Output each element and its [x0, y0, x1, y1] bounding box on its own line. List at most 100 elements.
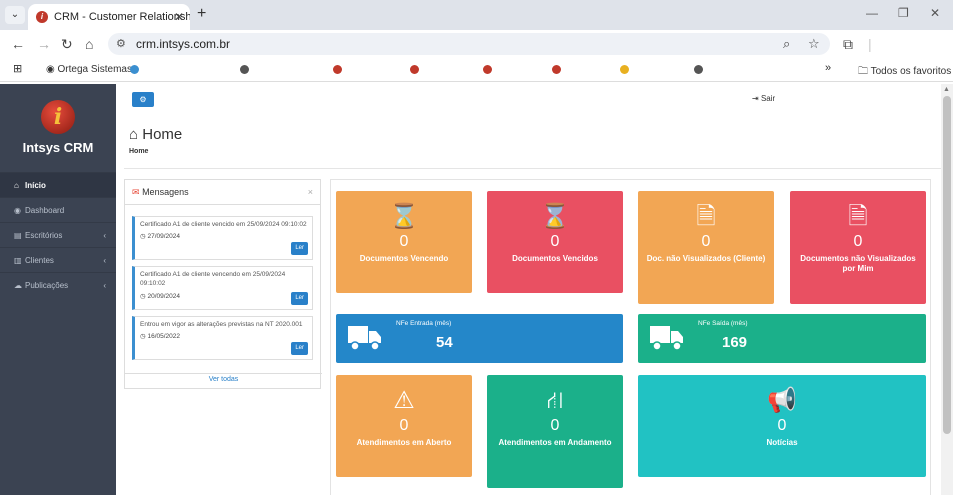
- read-button[interactable]: Ler: [291, 242, 308, 255]
- intsys-favicon-icon: i: [36, 11, 48, 23]
- card-label: Documentos Vencendo: [359, 254, 449, 263]
- hourglass-icon: ⌛: [540, 203, 570, 230]
- page-scrollbar[interactable]: ▲: [941, 84, 953, 495]
- scrollbar-thumb[interactable]: [943, 96, 951, 434]
- card-value: 0: [399, 233, 409, 250]
- document-icon: 🗎: [696, 203, 716, 230]
- card-label: NFe Entrada (mês): [396, 320, 452, 327]
- logo-area: i Intsys CRM: [0, 84, 116, 172]
- close-panel-icon[interactable]: ×: [308, 180, 313, 205]
- card-label: Doc. não Visualizados (Cliente): [646, 254, 766, 263]
- gears-icon: ⚙: [139, 95, 147, 104]
- home-title-icon: ⌂: [129, 126, 139, 143]
- card-docs-nao-visualizados-mim[interactable]: 🗎 0 Documentos não Visualizados por Mim: [790, 191, 926, 304]
- message-text: Certificado A1 de cliente vencido em 25/…: [140, 221, 307, 228]
- logout-link[interactable]: ⇥ Sair: [752, 94, 775, 103]
- bookmark-icon[interactable]: [694, 65, 703, 74]
- card-label: Atendimentos em Aberto: [356, 438, 452, 447]
- card-docs-vencidos[interactable]: ⌛ 0 Documentos Vencidos: [487, 191, 623, 293]
- intsys-logo-icon: i: [41, 100, 75, 134]
- card-doc-nao-visualizados-cliente[interactable]: 🗎 0 Doc. não Visualizados (Cliente): [638, 191, 774, 304]
- minimize-icon[interactable]: —: [866, 6, 878, 20]
- main-content: ⚙ ⇥ Sair ⌂ Home Home ✉ Mensagens × Certi…: [116, 84, 941, 495]
- see-all-link[interactable]: Ver todas: [125, 373, 322, 383]
- sidebar-item-label: Início: [25, 181, 46, 190]
- bookmark-icon[interactable]: [333, 65, 342, 74]
- divider: [124, 168, 941, 169]
- truck-icon: [650, 326, 683, 351]
- messages-title: Mensagens: [142, 187, 189, 197]
- bookmark-icon[interactable]: [130, 65, 139, 74]
- read-button[interactable]: Ler: [291, 292, 308, 305]
- clock-icon: ◷: [140, 292, 146, 300]
- tab-search-button[interactable]: ⌄: [5, 6, 25, 24]
- warning-icon: ⚠: [393, 387, 415, 414]
- close-window-icon[interactable]: ✕: [930, 6, 940, 20]
- browser-tab[interactable]: i CRM - Customer Relationship M ✕: [28, 4, 190, 30]
- sidebar-item-inicio[interactable]: ⌂ Início: [0, 172, 116, 197]
- message-date-text: 20/09/2024: [147, 292, 181, 300]
- chevron-left-icon: ‹: [103, 256, 106, 265]
- home-browser-icon[interactable]: ⌂: [85, 36, 93, 52]
- building-icon: ▤: [14, 231, 22, 240]
- bookmark-icon[interactable]: [410, 65, 419, 74]
- restore-icon[interactable]: ❐: [898, 6, 909, 20]
- zoom-icon[interactable]: ⌕: [783, 36, 790, 52]
- card-value: 0: [399, 417, 409, 434]
- page-title: ⌂ Home: [129, 126, 182, 143]
- sidebar-item-label: Dashboard: [25, 206, 65, 215]
- read-button[interactable]: Ler: [291, 342, 308, 355]
- sidebar-item-escritorios[interactable]: ▤ Escritórios ‹: [0, 222, 116, 247]
- forward-icon[interactable]: →: [37, 36, 51, 52]
- road-icon: ⛙: [546, 387, 564, 414]
- bookmark-ortega[interactable]: ◉ Ortega Sistemas: [46, 64, 132, 75]
- back-icon[interactable]: ←: [11, 36, 25, 52]
- breadcrumb: Home: [129, 148, 149, 155]
- card-docs-vencendo[interactable]: ⌛ 0 Documentos Vencendo: [336, 191, 472, 293]
- chevron-left-icon: ‹: [103, 281, 106, 290]
- page-title-text: Home: [142, 126, 183, 143]
- sidebar-item-publicacoes[interactable]: ☁ Publicações ‹: [0, 272, 116, 297]
- card-nfe-saida[interactable]: NFe Saída (mês) 169: [638, 314, 926, 363]
- omnibox[interactable]: ⚙ crm.intsys.com.br ⌕ ☆: [108, 33, 830, 55]
- all-bookmarks-label: Todos os favoritos: [870, 66, 952, 77]
- bookmark-icon[interactable]: [240, 65, 249, 74]
- card-nfe-entrada[interactable]: NFe Entrada (mês) 54: [336, 314, 623, 363]
- close-tab-icon[interactable]: ✕: [174, 4, 184, 30]
- card-value: 54: [436, 334, 453, 351]
- sign-out-icon: ⇥: [752, 94, 759, 103]
- tab-title: CRM - Customer Relationship M: [54, 11, 190, 23]
- bookmark-icon[interactable]: [552, 65, 561, 74]
- brand-name: Intsys CRM: [22, 140, 94, 155]
- scroll-up-icon[interactable]: ▲: [943, 86, 950, 93]
- sidebar-item-dashboard[interactable]: ◉ Dashboard: [0, 197, 116, 222]
- message-date: ◷ 16/05/2022: [140, 332, 307, 341]
- sidebar-item-clientes[interactable]: ▥ Clientes ‹: [0, 247, 116, 272]
- card-value: 0: [777, 417, 787, 434]
- card-atendimentos-andamento[interactable]: ⛙ 0 Atendimentos em Andamento: [487, 375, 623, 488]
- reload-icon[interactable]: ↻: [61, 36, 73, 53]
- message-item: Certificado A1 de cliente vencendo em 25…: [132, 266, 313, 310]
- toolbar-divider: |: [868, 36, 872, 52]
- star-icon[interactable]: ☆: [808, 36, 820, 52]
- extensions-icon[interactable]: ⧉: [843, 36, 853, 53]
- bookmark-icon[interactable]: [483, 65, 492, 74]
- card-noticias[interactable]: 📢 0 Notícias: [638, 375, 926, 477]
- settings-button[interactable]: ⚙: [132, 92, 154, 107]
- site-info-icon[interactable]: ⚙: [116, 37, 126, 50]
- message-date: ◷ 20/09/2024: [140, 292, 307, 301]
- new-tab-button[interactable]: +: [197, 5, 206, 23]
- bookmark-icon[interactable]: [620, 65, 629, 74]
- message-text: Entrou em vigor as alterações previstas …: [140, 321, 303, 328]
- all-bookmarks[interactable]: 🗀 Todos os favoritos: [858, 64, 951, 81]
- card-label: Documentos não Visualizados por Mim: [800, 254, 916, 273]
- apps-icon[interactable]: ⊞: [13, 62, 22, 75]
- card-value: 0: [550, 417, 560, 434]
- card-atendimentos-aberto[interactable]: ⚠ 0 Atendimentos em Aberto: [336, 375, 472, 477]
- sidebar-item-label: Publicações: [25, 281, 69, 290]
- hourglass-icon: ⌛: [389, 203, 419, 230]
- sidebar-item-label: Clientes: [25, 256, 54, 265]
- more-bookmarks-icon[interactable]: »: [825, 62, 831, 74]
- clients-icon: ▥: [14, 256, 22, 265]
- logout-label: Sair: [760, 94, 776, 103]
